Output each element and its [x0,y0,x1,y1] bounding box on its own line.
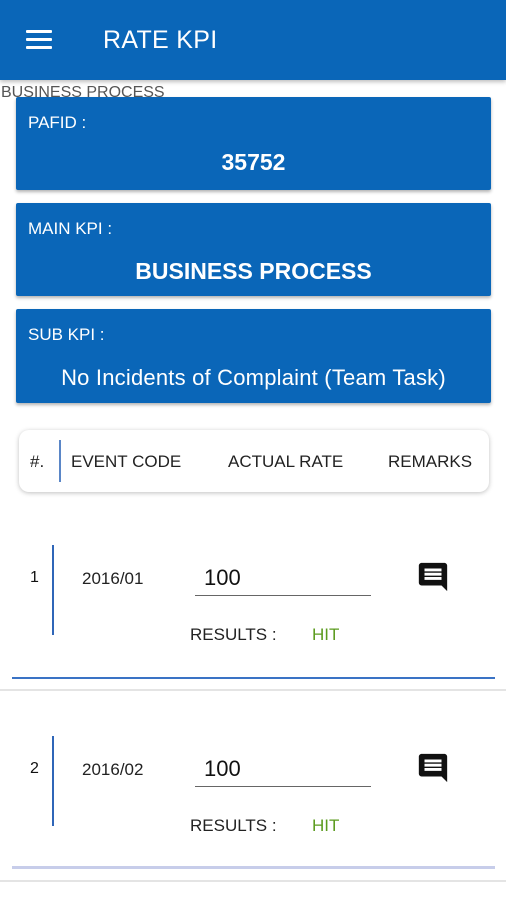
results-label: RESULTS : [190,625,277,644]
row-divider [12,866,495,869]
sub-kpi-label: SUB KPI : [28,325,105,344]
row-separator [0,880,506,882]
results-label: RESULTS : [190,816,277,835]
main-kpi-card: MAIN KPI : BUSINESS PROCESS [16,203,491,296]
row-event-code: 2016/02 [82,760,144,779]
row-divider [12,677,495,679]
comment-icon[interactable] [416,751,450,785]
main-kpi-label: MAIN KPI : [28,219,113,238]
menu-icon[interactable] [20,24,60,56]
header-separator [59,440,61,482]
actual-rate-input[interactable] [195,560,371,596]
row-number: 2 [30,760,39,777]
row-number: 1 [30,569,39,586]
results-value: HIT [312,816,340,835]
sub-kpi-card: SUB KPI : No Incidents of Complaint (Tea… [16,309,491,403]
pafid-value: 35752 [221,149,286,175]
row-event-code: 2016/01 [82,569,144,588]
results-value: HIT [312,625,340,644]
app-bar: RATE KPI [0,0,506,80]
row-indicator [52,736,54,826]
actual-rate-input[interactable] [195,751,371,787]
table-header: #. EVENT CODE ACTUAL RATE REMARKS [19,430,489,492]
row-indicator [52,545,54,635]
main-kpi-value: BUSINESS PROCESS [135,258,372,284]
header-remarks: REMARKS [388,452,473,471]
header-actual-rate: ACTUAL RATE [228,452,344,471]
pafid-card: PAFID : 35752 [16,97,491,190]
sub-kpi-value: No Incidents of Complaint (Team Task) [61,365,446,390]
pafid-label: PAFID : [28,113,87,132]
header-number: #. [30,452,45,471]
comment-icon[interactable] [416,560,450,594]
row-separator [0,689,506,691]
page-title: RATE KPI [103,26,218,54]
header-event-code: EVENT CODE [71,452,182,471]
